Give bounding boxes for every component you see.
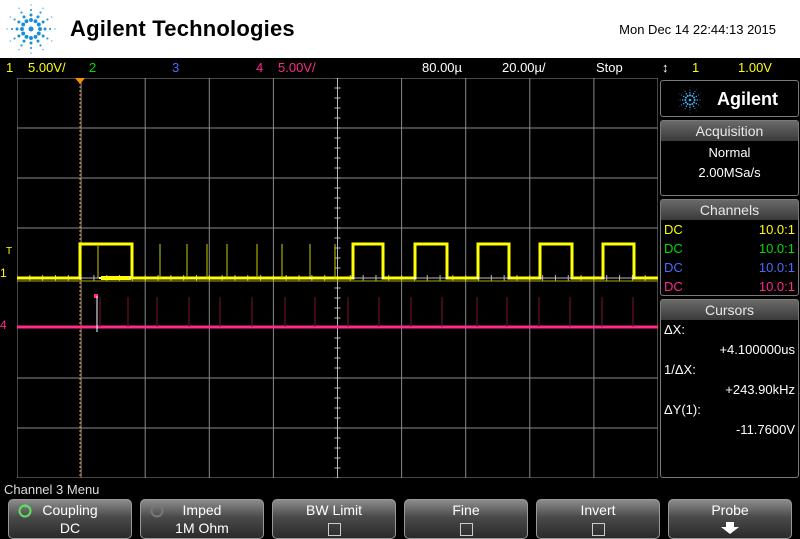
agilent-logo-panel: Agilent [660, 80, 799, 117]
trigger-source[interactable]: 1 [692, 60, 699, 75]
channel-1-cursor-dot [539, 277, 541, 279]
channel-1-cursor-dot [414, 277, 416, 279]
acquisition-title: Acquisition [661, 121, 798, 141]
acquisition-panel[interactable]: Acquisition Normal 2.00MSa/s [660, 120, 799, 196]
channel-coupling: DC [664, 222, 683, 237]
side-logo-text: Agilent [717, 89, 778, 109]
channel-4-number[interactable]: 4 [256, 60, 263, 75]
trigger-marker-label: T [6, 246, 13, 257]
down-arrow-icon [721, 522, 739, 534]
channel-1-cursor-dot [129, 277, 131, 279]
date-time: Mon Dec 14 22:44:13 2015 [619, 22, 776, 37]
channel-probe-ratio: 10.0:1 [758, 279, 795, 294]
channel-rows: DC 10.0:1 DC 10.0:1 DC 10.0:1 DC 10.0:1 [661, 220, 798, 296]
channel-1-pulse-gap [101, 276, 131, 280]
channel-1-cursor-dot [571, 277, 573, 279]
channel-1-scale[interactable]: 5.00V/ [28, 60, 66, 75]
menu-title: Channel 3 Menu [4, 482, 100, 497]
trigger-slope-icon: ↕ [662, 60, 669, 75]
side-panel: Agilent Acquisition Normal 2.00MSa/s Cha… [660, 80, 800, 478]
channel-1-ground-marker[interactable]: 1 [0, 266, 7, 280]
channels-panel[interactable]: Channels DC 10.0:1 DC 10.0:1 DC 10.0:1 DC 10.0:… [660, 199, 799, 296]
channel-1-number[interactable]: 1 [6, 60, 13, 75]
invert-checkbox[interactable] [591, 523, 605, 536]
cursor-dy-value: -11.7600V [735, 422, 795, 437]
channel-probe-ratio: 10.0:1 [758, 241, 795, 256]
channel-1-cursor-dot [446, 277, 448, 279]
channel-row-3[interactable]: DC 10.0:1 [661, 258, 798, 277]
channel-3-number[interactable]: 3 [172, 60, 179, 75]
cursor-inv-dx-value: +243.90kHz [725, 382, 795, 397]
imped-value: 1M Ohm [175, 520, 229, 536]
channel-coupling: DC [664, 279, 683, 294]
bw-limit-label: BW Limit [306, 502, 362, 518]
softkey-invert[interactable]: Invert [536, 499, 660, 539]
bw-limit-checkbox[interactable] [327, 523, 341, 536]
channel-1-cursor-dot [382, 277, 384, 279]
cursor-dx-value: +4.100000us [719, 342, 795, 357]
channel-1-cursor-dot [309, 277, 311, 279]
channel-row-1[interactable]: DC 10.0:1 [661, 220, 798, 239]
cursor-dy-label: ΔY(1): [664, 402, 701, 417]
rotary-knob-icon [18, 504, 32, 518]
acquisition-mode: Normal [708, 145, 751, 160]
channel-coupling: DC [664, 241, 683, 256]
channel-1-cursor-dot [352, 277, 354, 279]
fine-label: Fine [452, 502, 480, 518]
cursors-panel[interactable]: Cursors ΔX: +4.100000us 1/ΔX: +243.90kHz… [660, 299, 799, 478]
cursors-title: Cursors [661, 300, 798, 320]
channels-title: Channels [661, 200, 798, 220]
time-delay[interactable]: 80.00µ [422, 60, 462, 75]
time-scale[interactable]: 20.00µ/ [502, 60, 546, 75]
agilent-spark-logo-icon [6, 4, 56, 54]
channel-probe-ratio: 10.0:1 [758, 260, 795, 275]
channel-row-2[interactable]: DC 10.0:1 [661, 239, 798, 258]
channel-1-cursor-dot [633, 277, 635, 279]
status-bar: 1 5.00V/ 2 3 4 5.00V/ 80.00µ 20.00µ/ Sto… [0, 58, 800, 78]
softkey-imped[interactable]: Imped 1M Ohm [140, 499, 264, 539]
brand-name: Agilent Technologies [70, 16, 295, 41]
channel-1-cursor-dot [99, 277, 101, 279]
channel-1-marker-label: 1 [0, 266, 7, 280]
waveform-display[interactable] [17, 78, 658, 478]
agilent-spark-small-icon [677, 87, 703, 113]
acquisition-rate: 2.00MSa/s [698, 165, 761, 180]
coupling-value: DC [59, 520, 81, 536]
channel-2-number[interactable]: 2 [89, 60, 96, 75]
softkey-fine[interactable]: Fine [404, 499, 528, 539]
channel-4-scale[interactable]: 5.00V/ [278, 60, 316, 75]
channel-4-marker-label: 4 [0, 318, 7, 332]
probe-label: Probe [711, 502, 749, 518]
channel-1-cursor-dot [477, 277, 479, 279]
softkey-bw-limit[interactable]: BW Limit [272, 499, 396, 539]
channel-coupling: DC [664, 260, 683, 275]
cursor-dx-label: ΔX: [664, 322, 685, 337]
trigger-time-marker-icon [75, 78, 85, 84]
rotary-knob-icon [150, 504, 164, 518]
channel-4-ground-marker[interactable]: 4 [0, 318, 7, 332]
channel-1-cursor-dot [508, 277, 510, 279]
trigger-level-marker[interactable]: T [6, 246, 12, 257]
run-state[interactable]: Stop [596, 60, 623, 75]
invert-label: Invert [580, 502, 616, 518]
channel-row-4[interactable]: DC 10.0:1 [661, 277, 798, 296]
header-bar: Agilent Technologies Mon Dec 14 22:44:13… [0, 0, 800, 58]
channel-1-cursor-dot [79, 277, 81, 279]
softkey-bar: Coupling DC Imped 1M Ohm BW Limit Fine I… [0, 499, 800, 539]
graticule-and-traces [17, 78, 658, 478]
channel-1-cursor-dot [602, 277, 604, 279]
fine-checkbox[interactable] [459, 523, 473, 536]
trigger-level[interactable]: 1.00V [738, 60, 772, 75]
channel-probe-ratio: 10.0:1 [758, 222, 795, 237]
cursor-inv-dx-label: 1/ΔX: [664, 362, 696, 377]
softkey-probe[interactable]: Probe [668, 499, 792, 539]
softkey-coupling[interactable]: Coupling DC [8, 499, 132, 539]
